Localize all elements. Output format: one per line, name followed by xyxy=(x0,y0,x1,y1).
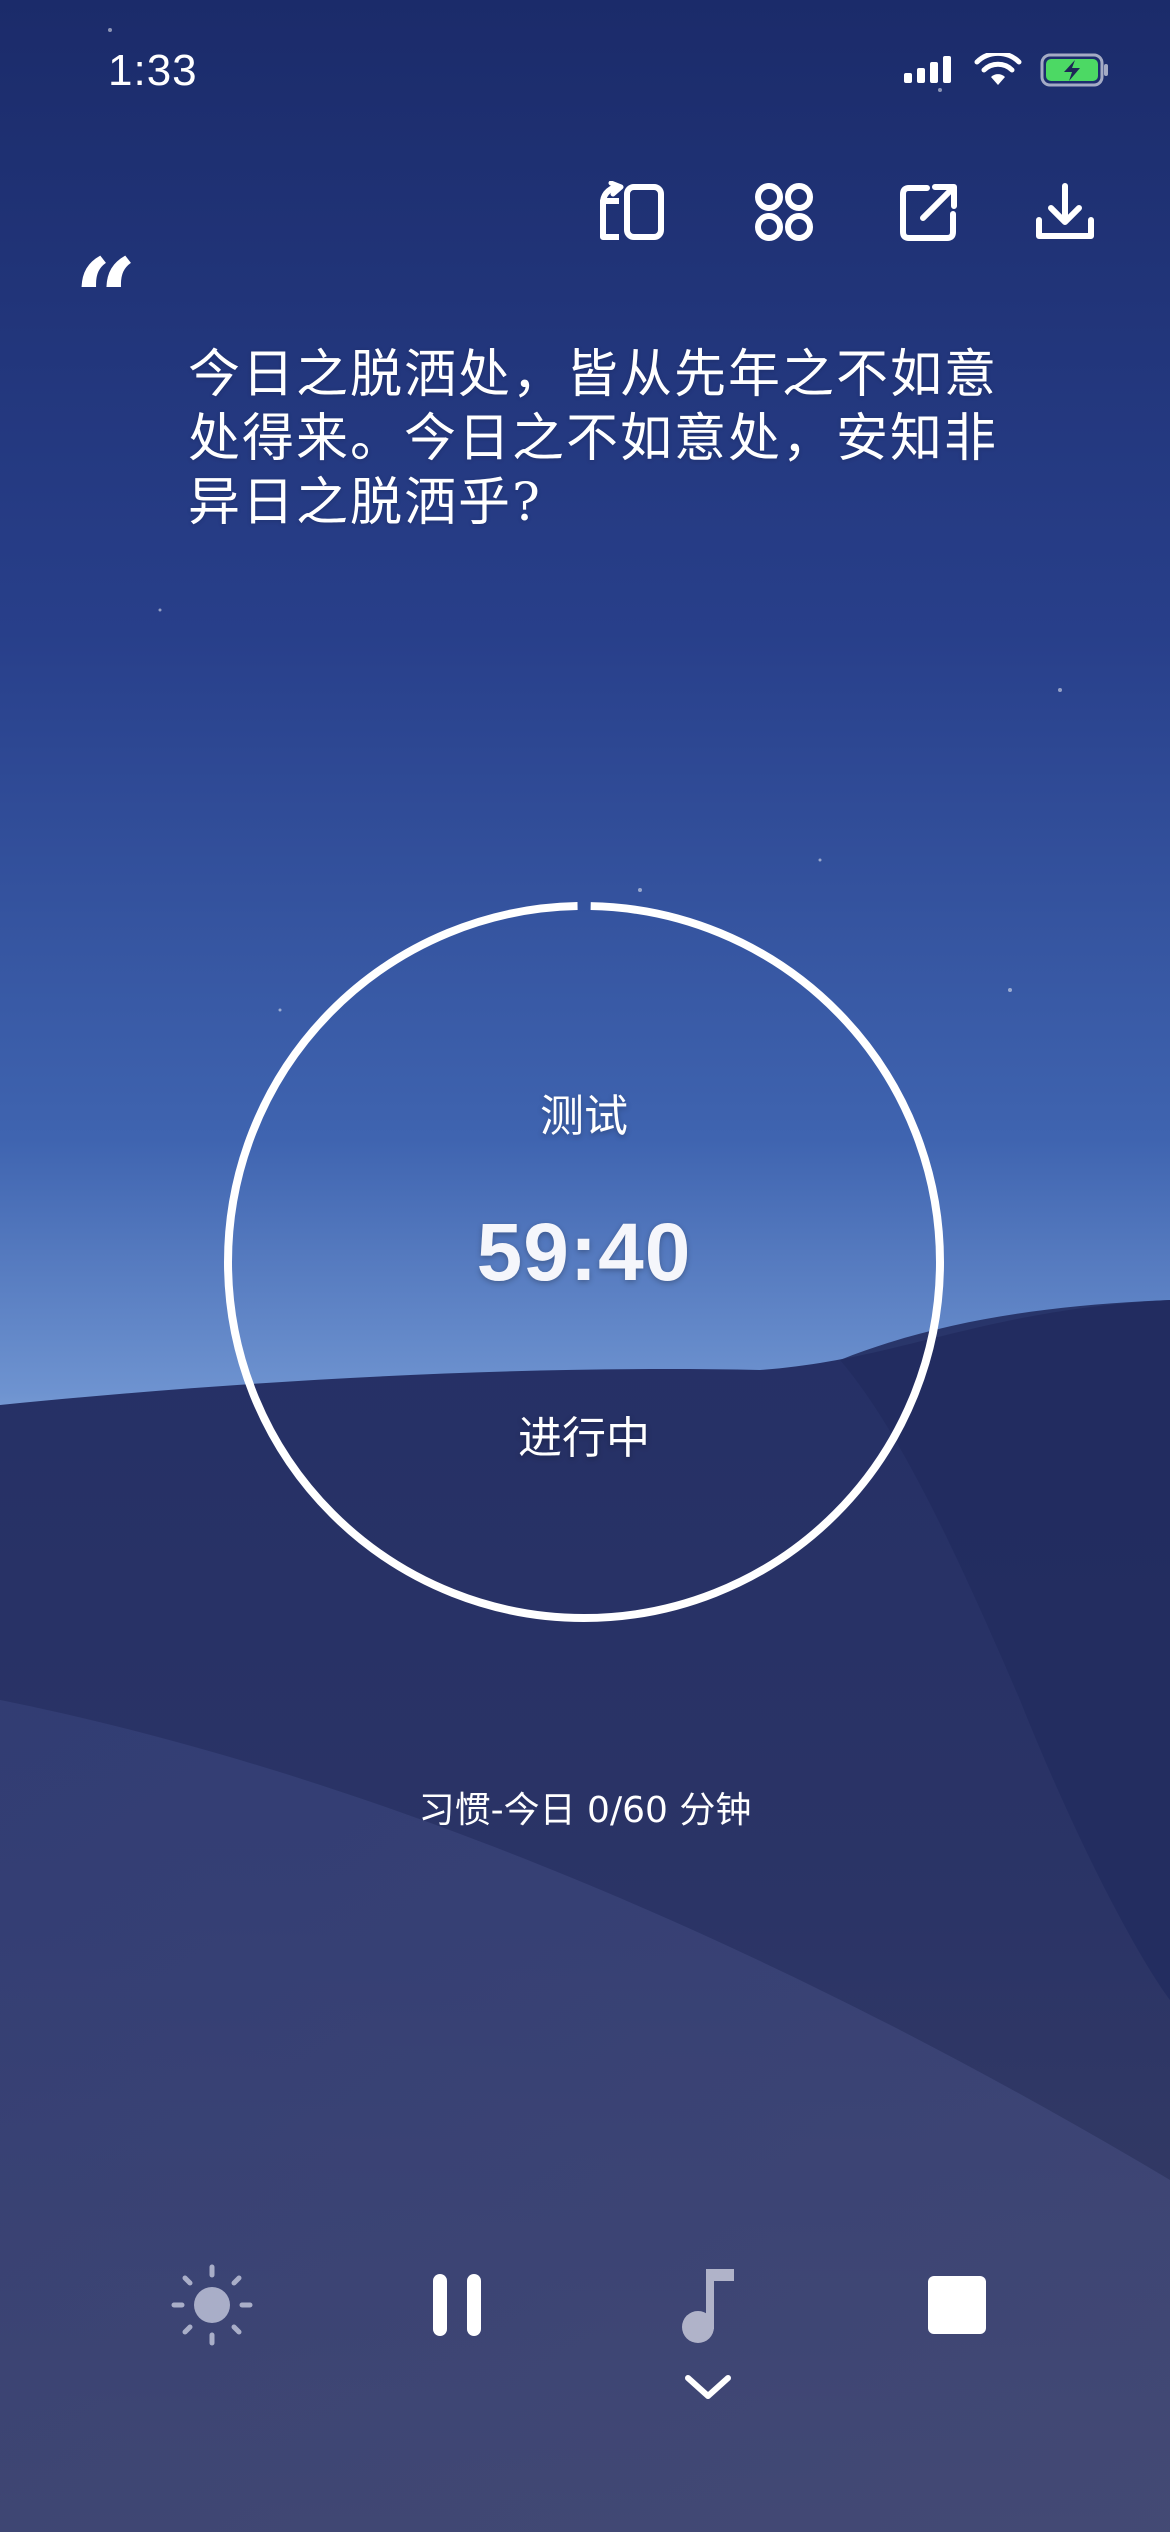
cellular-signal-icon xyxy=(904,56,951,83)
timer-time-remaining: 59:40 xyxy=(476,1207,692,1298)
download-icon[interactable] xyxy=(1029,176,1101,248)
chevron-down-icon[interactable] xyxy=(682,2370,734,2404)
timer-task-name: 测试 xyxy=(540,1091,628,1142)
wifi-icon xyxy=(974,53,1022,85)
timer-status: 进行中 xyxy=(518,1413,650,1464)
habit-progress-text: 习惯-今日 0/60 分钟 xyxy=(418,1790,752,1831)
status-time: 1:33 xyxy=(108,46,198,95)
timer-ring[interactable]: 测试 59:40 进行中 xyxy=(222,900,946,1624)
pause-icon[interactable] xyxy=(412,2260,502,2350)
brightness-icon[interactable] xyxy=(167,2260,257,2350)
quote-text: 今日之脱洒处，皆从先年之不如意处得来。今日之不如意处，安知非异日之脱洒乎? xyxy=(188,345,999,533)
music-icon[interactable] xyxy=(663,2260,753,2350)
share-icon[interactable] xyxy=(893,176,965,248)
quote-mark-icon: “ xyxy=(74,234,138,363)
status-icons xyxy=(902,52,1110,88)
rotate-screen-icon[interactable] xyxy=(596,176,668,248)
widgets-icon[interactable] xyxy=(748,176,820,248)
stop-icon[interactable] xyxy=(912,2260,1002,2350)
battery-charging-icon xyxy=(1040,53,1108,87)
